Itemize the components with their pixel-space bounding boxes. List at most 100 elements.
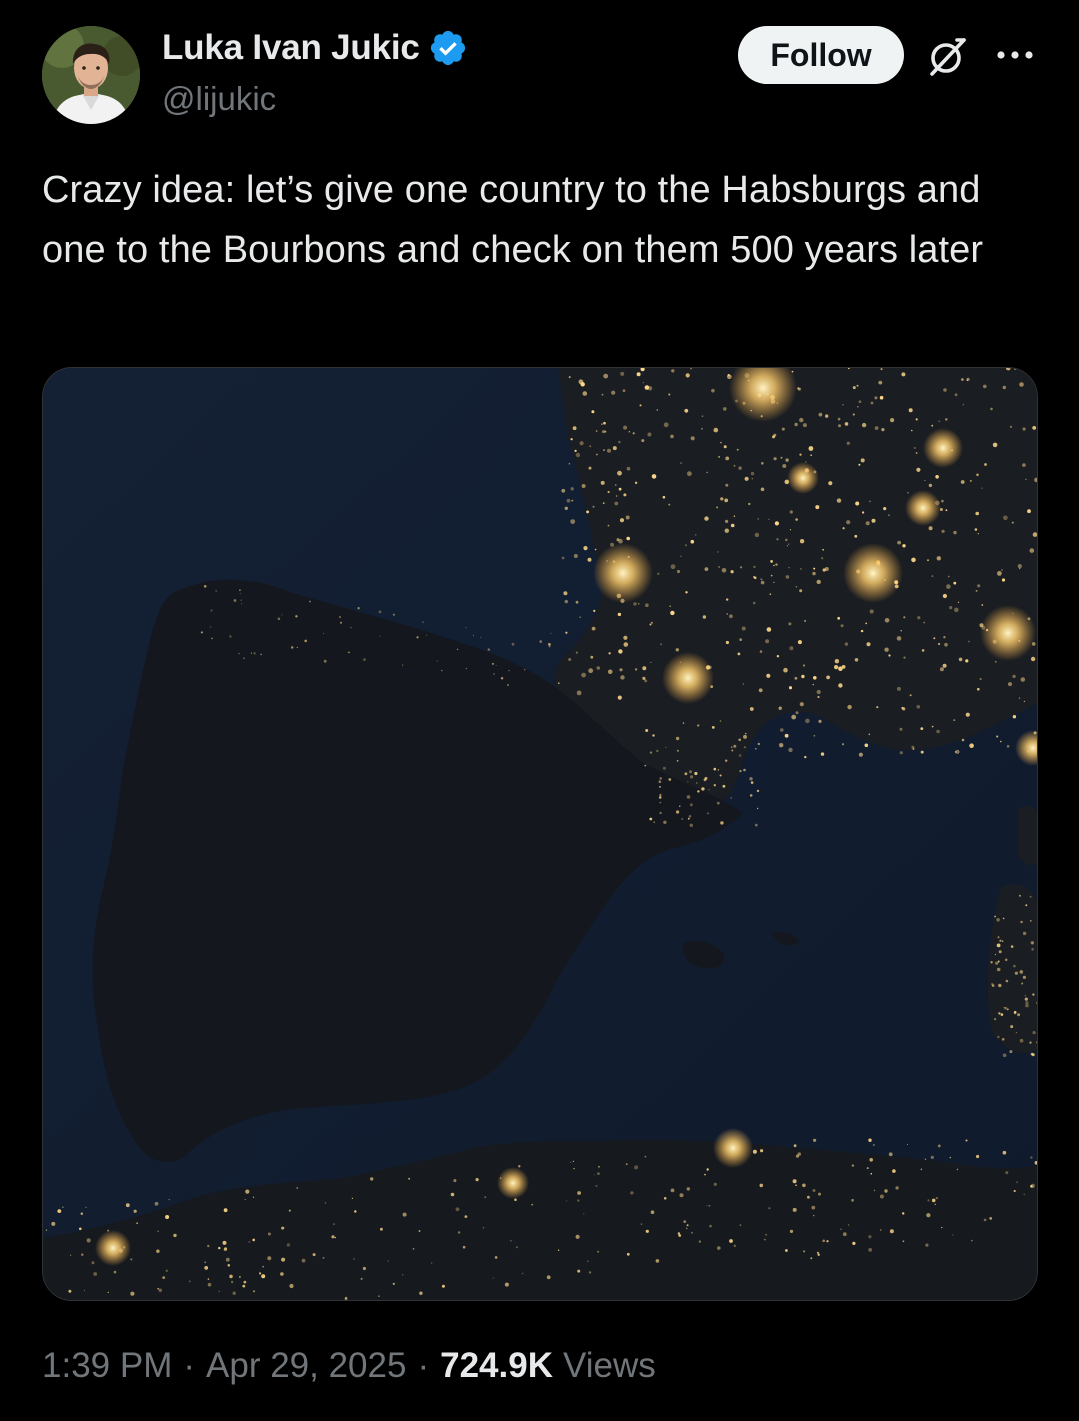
city-light — [156, 1249, 160, 1253]
city-light — [262, 1265, 265, 1268]
city-light — [650, 661, 652, 663]
city-light — [779, 743, 784, 748]
author-avatar[interactable] — [42, 26, 140, 124]
author-display-name[interactable]: Luka Ivan Jukic — [162, 28, 420, 68]
tweet-time[interactable]: 1:39 PM — [42, 1346, 172, 1386]
city-glow — [662, 652, 714, 704]
city-light — [573, 553, 578, 559]
city-light — [1020, 920, 1023, 924]
city-glow — [980, 605, 1036, 661]
city-light — [769, 593, 772, 595]
city-light — [730, 523, 735, 528]
city-light — [733, 744, 737, 748]
city-light — [200, 631, 203, 634]
city-light — [587, 557, 592, 562]
city-light — [785, 1249, 788, 1252]
city-light — [852, 413, 855, 416]
city-light — [778, 706, 782, 710]
city-light — [943, 388, 947, 392]
city-light — [760, 1149, 764, 1153]
city-light — [800, 568, 802, 570]
city-light — [215, 589, 218, 592]
city-light — [765, 639, 770, 644]
more-horizontal-icon[interactable] — [994, 40, 1036, 70]
city-light — [868, 1138, 872, 1142]
city-light — [871, 518, 876, 523]
city-light — [813, 1138, 817, 1142]
city-light — [1006, 745, 1010, 748]
city-light — [309, 600, 311, 603]
city-light — [791, 714, 797, 720]
city-light — [626, 536, 630, 541]
city-light — [945, 509, 948, 512]
tweet-date[interactable]: Apr 29, 2025 — [206, 1346, 406, 1386]
city-light — [838, 424, 841, 428]
city-light — [842, 403, 844, 406]
city-light — [713, 427, 719, 433]
meta-separator: · — [417, 1346, 430, 1385]
city-light — [915, 452, 918, 454]
city-light — [644, 679, 648, 683]
city-light — [623, 425, 628, 430]
city-light — [902, 544, 906, 548]
city-light — [760, 578, 763, 581]
city-light — [818, 719, 822, 723]
city-light — [994, 915, 996, 918]
city-light — [866, 642, 871, 647]
city-light — [933, 637, 936, 640]
city-light — [1032, 532, 1037, 537]
city-light — [872, 1143, 876, 1147]
city-light — [232, 1291, 236, 1295]
city-light — [634, 1165, 639, 1170]
city-light — [133, 1209, 137, 1213]
city-light — [897, 540, 901, 545]
city-light — [125, 1203, 130, 1208]
city-light — [1021, 982, 1024, 985]
city-light — [822, 1239, 825, 1243]
city-light — [688, 815, 692, 818]
city-light — [531, 1203, 534, 1206]
verified-badge-icon[interactable] — [428, 28, 468, 68]
city-light — [720, 821, 724, 825]
city-light — [1022, 463, 1026, 467]
city-light — [740, 566, 743, 569]
city-light — [802, 1183, 806, 1188]
city-light — [901, 372, 906, 377]
city-light — [788, 566, 790, 569]
tweet-text: Crazy idea: let’s give one country to th… — [42, 169, 984, 271]
city-light — [595, 430, 598, 432]
city-light — [789, 1229, 794, 1233]
city-light — [813, 735, 816, 737]
author-handle[interactable]: @lijukic — [162, 80, 276, 118]
city-light — [225, 1257, 230, 1262]
city-light — [858, 463, 861, 466]
city-light — [804, 755, 807, 759]
city-light — [565, 631, 568, 634]
grok-icon[interactable] — [926, 34, 970, 78]
city-light — [465, 627, 467, 629]
city-light — [357, 607, 360, 610]
city-light — [229, 635, 232, 638]
city-light — [795, 1154, 800, 1158]
city-light — [977, 584, 981, 588]
city-light — [1019, 382, 1024, 387]
city-light — [1002, 1053, 1007, 1058]
city-light — [983, 384, 987, 389]
views-count[interactable]: 724.9K — [440, 1346, 553, 1386]
city-light — [1031, 942, 1034, 945]
city-light — [743, 734, 747, 739]
city-light — [739, 1224, 742, 1226]
city-light — [869, 609, 874, 614]
tweet-media-image[interactable] — [42, 367, 1038, 1301]
city-light — [668, 393, 671, 396]
city-light — [941, 499, 944, 503]
city-light — [659, 801, 662, 804]
city-light — [207, 1282, 212, 1287]
city-light — [730, 797, 733, 799]
city-light — [902, 1240, 905, 1243]
city-light — [79, 1227, 82, 1231]
city-light — [595, 1184, 598, 1187]
city-light — [733, 464, 736, 467]
city-light — [869, 1158, 873, 1162]
follow-button[interactable]: Follow — [738, 26, 904, 84]
